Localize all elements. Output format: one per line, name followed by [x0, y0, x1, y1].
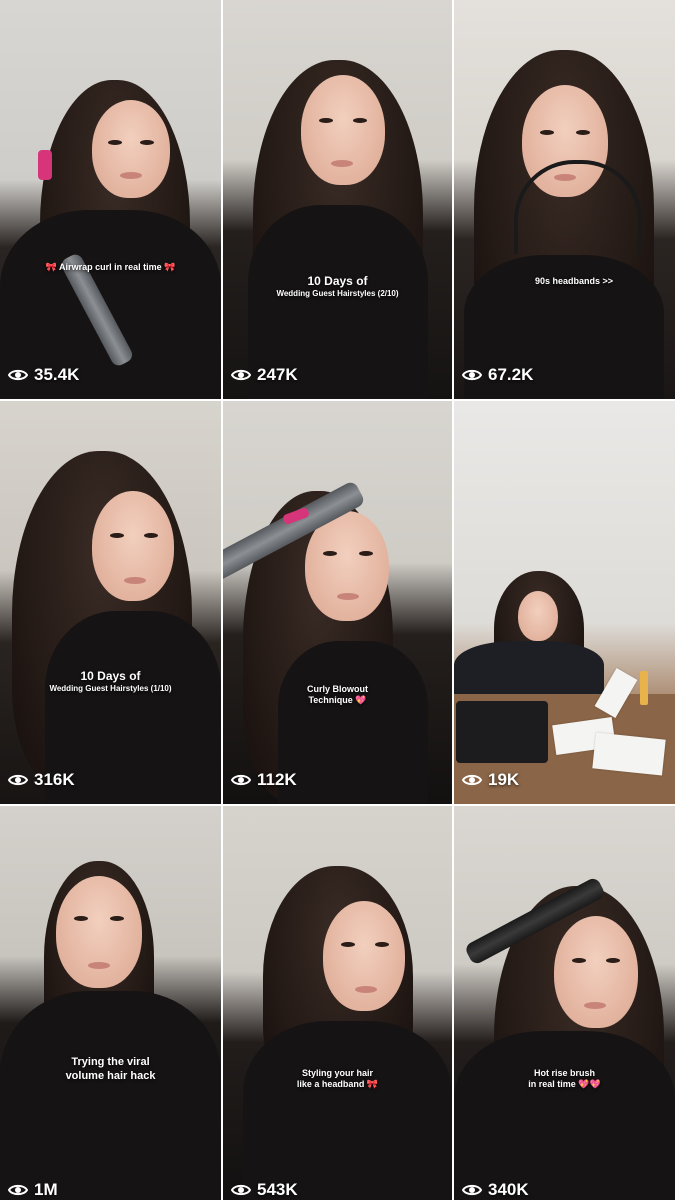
- black-turtleneck: [243, 1021, 452, 1200]
- eye-icon: [231, 1180, 251, 1200]
- view-count: 1M: [8, 1180, 58, 1200]
- video-caption: Hot rise brush in real time 💖💖: [454, 1068, 675, 1091]
- video-tile-8[interactable]: Styling your hair like a headband 🎀 543K: [223, 806, 452, 1200]
- caption-line: volume hair hack: [65, 1069, 156, 1082]
- view-count: 19K: [462, 770, 519, 790]
- face: [56, 876, 142, 988]
- view-count: 35.4K: [8, 365, 79, 385]
- eye-icon: [462, 365, 482, 385]
- eye: [375, 942, 389, 947]
- view-count: 112K: [231, 770, 297, 790]
- video-caption: 90s headbands >>: [454, 276, 675, 287]
- eye: [359, 551, 373, 556]
- eye: [341, 942, 355, 947]
- face: [92, 100, 170, 198]
- view-count: 340K: [462, 1180, 529, 1200]
- paper: [592, 732, 666, 776]
- view-count: 67.2K: [462, 365, 533, 385]
- caption-line: in real time 💖💖: [528, 1079, 601, 1090]
- eye: [110, 533, 124, 538]
- airwrap-pink-end: [38, 150, 52, 180]
- black-tee: [0, 991, 221, 1200]
- eye: [140, 140, 154, 145]
- black-top: [454, 1031, 675, 1200]
- view-count-value: 1M: [34, 1180, 58, 1199]
- face: [92, 491, 174, 601]
- video-caption: 10 Days of Wedding Guest Hairstyles (2/1…: [223, 274, 452, 299]
- view-count-value: 543K: [257, 1180, 298, 1199]
- eye: [74, 916, 88, 921]
- video-tile-2[interactable]: 10 Days of Wedding Guest Hairstyles (2/1…: [223, 0, 452, 401]
- eye-icon: [8, 770, 28, 790]
- view-count-value: 67.2K: [488, 365, 534, 384]
- eye: [572, 958, 586, 963]
- face: [301, 75, 385, 185]
- eye: [540, 130, 554, 135]
- caption-line: Curly Blowout: [307, 684, 368, 694]
- eye-icon: [462, 1180, 482, 1200]
- dark-jacket: [454, 641, 604, 701]
- lips: [584, 1002, 606, 1009]
- eye-icon: [231, 365, 251, 385]
- view-count: 247K: [231, 365, 298, 385]
- caption-line: Trying the viral: [71, 1056, 150, 1068]
- view-count-value: 112K: [257, 770, 297, 789]
- caption-subtitle: Wedding Guest Hairstyles (1/10): [49, 684, 172, 693]
- caption-title: 10 Days of: [80, 669, 141, 683]
- video-tile-7[interactable]: Trying the viral volume hair hack 1M: [0, 806, 221, 1200]
- laptop: [456, 701, 548, 763]
- video-caption: Trying the viral volume hair hack: [0, 1056, 221, 1084]
- video-grid: 🎀 Airwrap curl in real time 🎀 35.4K 10 D…: [0, 0, 675, 1200]
- caption-title: 10 Days of: [307, 274, 368, 288]
- eye: [323, 551, 337, 556]
- video-tile-3[interactable]: 90s headbands >> 67.2K: [454, 0, 675, 401]
- view-count-value: 340K: [488, 1180, 529, 1199]
- face: [518, 591, 558, 641]
- lips: [88, 962, 110, 969]
- bottle: [640, 671, 648, 705]
- view-count-value: 19K: [488, 770, 520, 789]
- eye: [576, 130, 590, 135]
- video-caption: Curly Blowout Technique 💖: [223, 684, 452, 707]
- caption-line: Technique 💖: [308, 695, 367, 706]
- eye-icon: [8, 365, 28, 385]
- view-count-value: 35.4K: [34, 365, 80, 384]
- video-caption: 10 Days of Wedding Guest Hairstyles (1/1…: [0, 669, 221, 694]
- video-tile-5[interactable]: Curly Blowout Technique 💖 112K: [223, 401, 452, 806]
- face: [554, 916, 638, 1028]
- caption-subtitle: Wedding Guest Hairstyles (2/10): [276, 289, 399, 298]
- view-count: 316K: [8, 770, 75, 790]
- view-count-value: 247K: [257, 365, 298, 384]
- caption-line: Styling your hair: [301, 1068, 373, 1078]
- caption-line: Hot rise brush: [533, 1068, 595, 1078]
- video-tile-6[interactable]: 19K: [454, 401, 675, 806]
- video-caption: Styling your hair like a headband 🎀: [223, 1068, 452, 1091]
- eye-icon: [462, 770, 482, 790]
- black-tank: [278, 641, 428, 804]
- eye: [108, 140, 122, 145]
- lips: [124, 577, 146, 584]
- lips: [331, 160, 353, 167]
- video-tile-1[interactable]: 🎀 Airwrap curl in real time 🎀 35.4K: [0, 0, 221, 401]
- face: [323, 901, 405, 1011]
- view-count: 543K: [231, 1180, 298, 1200]
- eye: [144, 533, 158, 538]
- video-tile-9[interactable]: Hot rise brush in real time 💖💖 340K: [454, 806, 675, 1200]
- eye: [353, 118, 367, 123]
- video-caption: 🎀 Airwrap curl in real time 🎀: [0, 262, 221, 273]
- eye-icon: [8, 1180, 28, 1200]
- caption-line: like a headband 🎀: [296, 1079, 379, 1090]
- video-tile-4[interactable]: 10 Days of Wedding Guest Hairstyles (1/1…: [0, 401, 221, 806]
- caption-line: 90s headbands >>: [534, 276, 613, 286]
- caption-line: 🎀 Airwrap curl in real time 🎀: [45, 262, 176, 272]
- eye: [319, 118, 333, 123]
- view-count-value: 316K: [34, 770, 75, 789]
- eye: [110, 916, 124, 921]
- lips: [337, 593, 359, 600]
- eye-icon: [231, 770, 251, 790]
- eye: [606, 958, 620, 963]
- lips: [355, 986, 377, 993]
- lips: [120, 172, 142, 179]
